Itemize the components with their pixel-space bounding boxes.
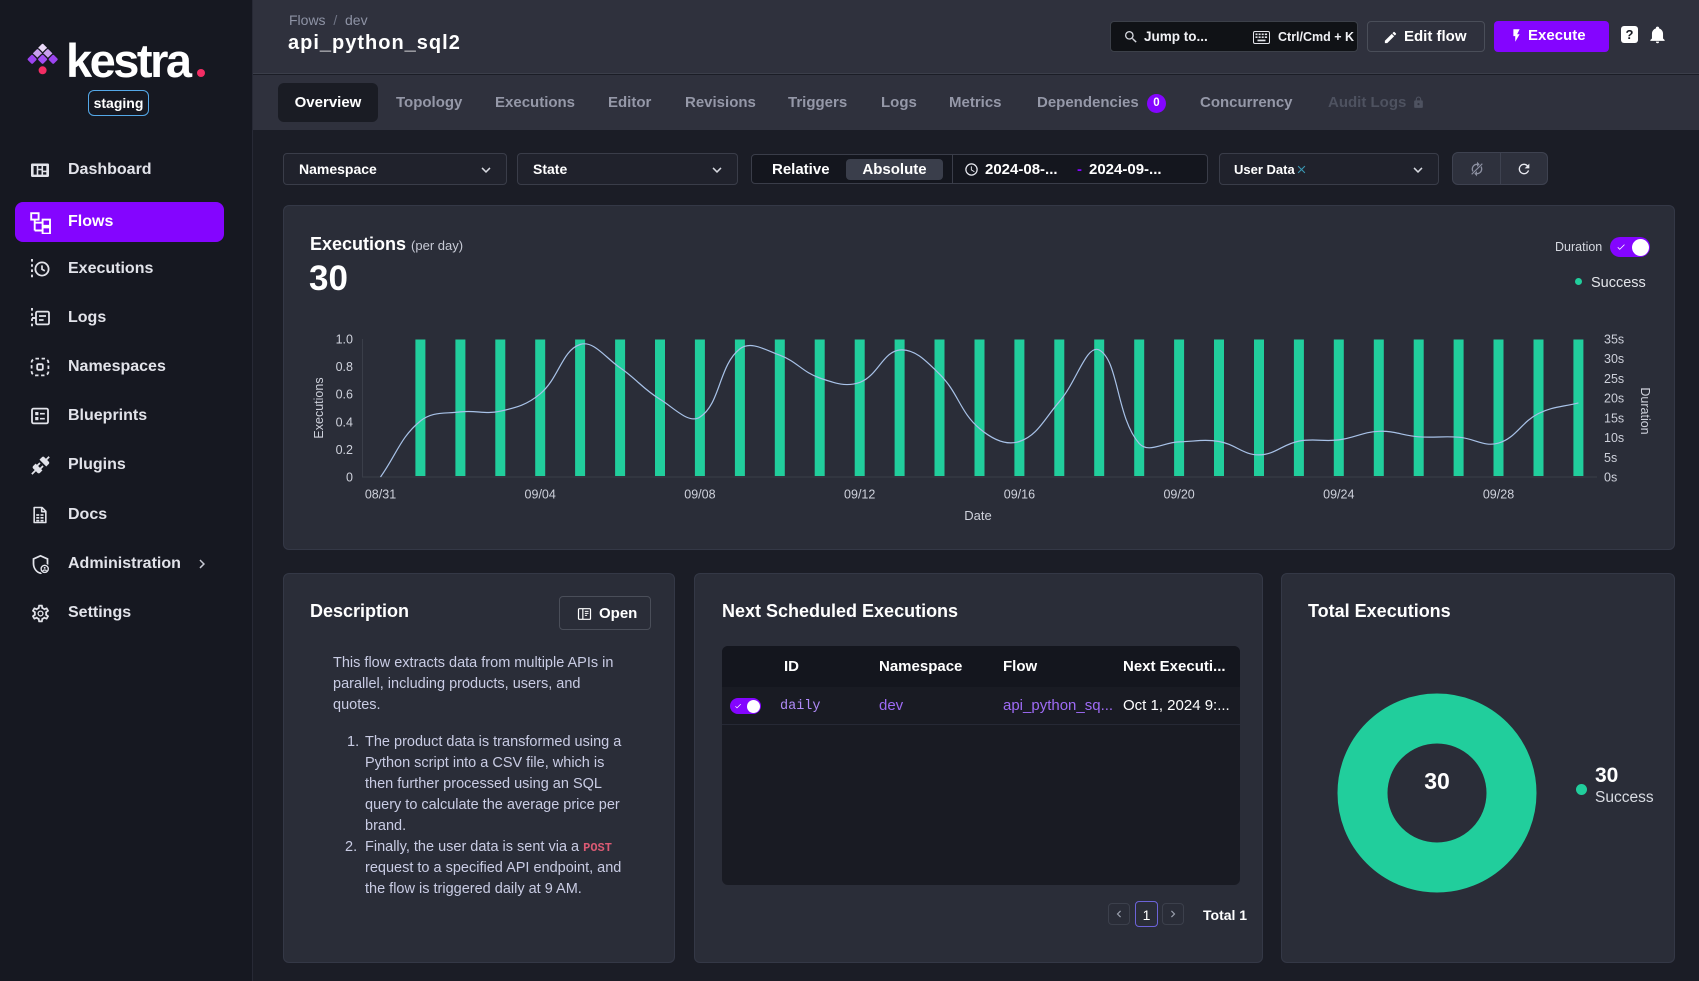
svg-text:09/16: 09/16 [1004,488,1035,502]
svg-text:0s: 0s [1604,471,1617,485]
svg-text:Duration: Duration [1638,387,1652,434]
svg-text:35s: 35s [1604,333,1624,347]
svg-text:0.6: 0.6 [336,388,353,402]
svg-text:10s: 10s [1604,431,1624,445]
svg-text:5s: 5s [1604,451,1617,465]
svg-text:09/24: 09/24 [1323,488,1354,502]
svg-text:09/20: 09/20 [1163,488,1194,502]
svg-text:30s: 30s [1604,352,1624,366]
svg-text:0.4: 0.4 [336,415,353,429]
svg-text:Executions: Executions [312,377,326,438]
svg-text:25s: 25s [1604,372,1624,386]
svg-text:1.0: 1.0 [336,333,353,347]
svg-text:15s: 15s [1604,411,1624,425]
svg-text:0.8: 0.8 [336,360,353,374]
svg-text:20s: 20s [1604,392,1624,406]
svg-text:0: 0 [346,471,353,485]
svg-text:09/08: 09/08 [684,488,715,502]
svg-text:09/28: 09/28 [1483,488,1514,502]
svg-text:09/04: 09/04 [525,488,556,502]
svg-text:08/31: 08/31 [365,488,396,502]
svg-text:0.2: 0.2 [336,443,353,457]
svg-text:09/12: 09/12 [844,488,875,502]
svg-text:Date: Date [964,508,991,523]
